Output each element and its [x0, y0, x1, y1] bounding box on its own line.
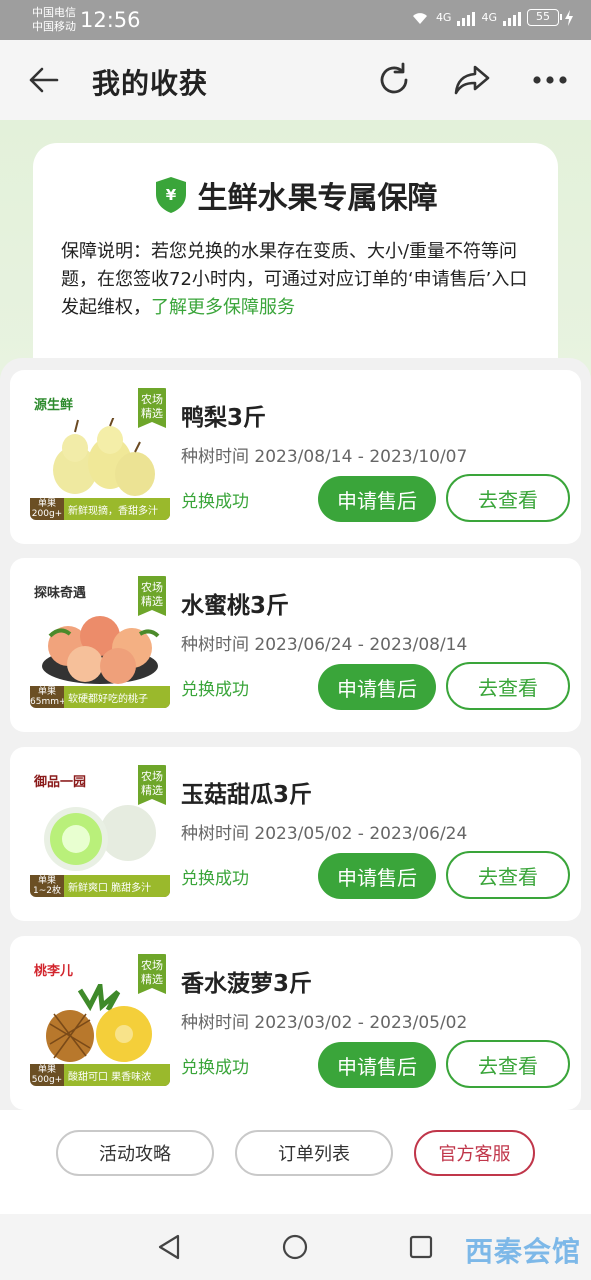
thumb-banner: 单果65mm+ 软硬都好吃的桃子 [30, 686, 170, 708]
planting-period: 种树时间 2023/08/14 - 2023/10/07 [181, 447, 468, 467]
list-item: 探味奇遇 农场精选 单果65mm+ 软硬都好吃的桃子 水蜜桃3斤 种树时间 20… [10, 558, 581, 732]
signal-1-icon [457, 10, 476, 26]
after-sale-button[interactable]: 申请售后 [318, 476, 436, 522]
status-label: 兑换成功 [181, 680, 249, 700]
desc-label: 酸甜可口 果香味浓 [64, 1064, 170, 1086]
brand-logo: 御品一园 [34, 775, 87, 790]
status-bar: 中国电信 中国移动 12:56 4G 4G 55 [0, 0, 591, 40]
after-sale-button[interactable]: 申请售后 [318, 664, 436, 710]
product-name: 香水菠萝3斤 [181, 971, 313, 997]
thumb-banner: 单果500g+ 酸甜可口 果香味浓 [30, 1064, 170, 1086]
nav-back-icon[interactable] [154, 1232, 184, 1262]
status-icons: 4G 4G 55 [410, 9, 573, 26]
pineapple-image [46, 984, 152, 1062]
brand-logo: 源生鲜 [34, 398, 74, 413]
product-name: 鸭梨3斤 [181, 405, 267, 431]
product-thumbnail: 御品一园 农场精选 单果1~2枚 新鲜爽口 脆甜多汁 [30, 765, 170, 897]
nav-home-icon[interactable] [280, 1232, 310, 1262]
desc-label: 新鲜爽口 脆甜多汁 [64, 875, 170, 897]
product-thumbnail: 桃李儿 农场精选 单果500g+ 酸甜可口 果香味浓 [30, 954, 170, 1086]
share-icon [454, 65, 490, 95]
signal-2-icon [503, 10, 521, 26]
view-button[interactable]: 去查看 [446, 1040, 570, 1088]
page-title: 我的收获 [92, 67, 209, 100]
list-item: 桃李儿 农场精选 单果500g+ 酸甜可口 果香味浓 香水菠萝3斤 种树时间 2… [10, 936, 581, 1110]
guarantee-title: 生鲜水果专属保障 [197, 181, 438, 216]
view-button[interactable]: 去查看 [446, 851, 570, 899]
product-thumbnail: 探味奇遇 农场精选 单果65mm+ 软硬都好吃的桃子 [30, 576, 170, 708]
refresh-button[interactable] [372, 58, 416, 102]
melon-image [44, 805, 156, 871]
planting-period: 种树时间 2023/03/02 - 2023/05/02 [181, 1013, 468, 1033]
after-sale-button[interactable]: 申请售后 [318, 853, 436, 899]
product-thumbnail: 源生鲜 农场精选 单果200g+ 新鲜现摘，香甜多汁 [30, 388, 170, 520]
list-item: 御品一园 农场精选 单果1~2枚 新鲜爽口 脆甜多汁 玉菇甜瓜3斤 种树时间 2… [10, 747, 581, 921]
status-label: 兑换成功 [181, 1058, 249, 1078]
product-name: 水蜜桃3斤 [181, 593, 290, 619]
status-label: 兑换成功 [181, 492, 249, 512]
system-nav-bar: 西秦会馆 [0, 1214, 591, 1280]
view-button[interactable]: 去查看 [446, 474, 570, 522]
battery-icon: 55 [527, 9, 562, 26]
thumb-banner: 单果200g+ 新鲜现摘，香甜多汁 [30, 498, 170, 520]
watermark: 西秦会馆 [464, 1235, 581, 1268]
peach-image [42, 616, 160, 684]
harvest-list: 源生鲜 农场精选 单果200g+ 新鲜现摘，香甜多汁 鸭梨3斤 种树时间 202… [0, 358, 591, 1118]
spec-label: 单果65mm+ [30, 687, 67, 707]
clock: 12:56 [80, 8, 141, 32]
order-list-button[interactable]: 订单列表 [235, 1130, 393, 1176]
product-name: 玉菇甜瓜3斤 [181, 782, 313, 808]
thumb-banner: 单果1~2枚 新鲜爽口 脆甜多汁 [30, 875, 170, 897]
after-sale-button[interactable]: 申请售后 [318, 1042, 436, 1088]
guarantee-description: 保障说明：若您兑换的水果存在变质、大小/重量不符等问题，在您签收72小时内，可通… [61, 238, 531, 322]
brand-logo: 桃李儿 [34, 964, 74, 979]
wifi-icon [412, 12, 427, 24]
planting-period: 种树时间 2023/05/02 - 2023/06/24 [181, 824, 468, 844]
desc-label: 新鲜现摘，香甜多汁 [64, 498, 170, 520]
pear-image [53, 418, 155, 496]
back-button[interactable] [22, 58, 66, 102]
list-item: 源生鲜 农场精选 单果200g+ 新鲜现摘，香甜多汁 鸭梨3斤 种树时间 202… [10, 370, 581, 544]
shield-symbol: ¥ [165, 186, 176, 204]
spec-label: 单果500g+ [31, 1065, 63, 1085]
view-button[interactable]: 去查看 [446, 662, 570, 710]
bottom-action-bar: 活动攻略 订单列表 官方客服 [0, 1110, 591, 1214]
charging-icon [565, 9, 573, 26]
app-header: 我的收获 [0, 40, 591, 120]
brand-logo: 探味奇遇 [34, 586, 87, 601]
planting-period: 种树时间 2023/06/24 - 2023/08/14 [181, 635, 468, 655]
nav-recent-icon[interactable] [406, 1232, 436, 1262]
guarantee-header: ¥ 生鲜水果专属保障 [33, 173, 558, 217]
back-arrow-icon [29, 67, 59, 93]
activity-guide-button[interactable]: 活动攻略 [56, 1130, 214, 1176]
carrier-info: 中国电信 中国移动 [32, 6, 76, 34]
spec-label: 单果200g+ [31, 499, 63, 519]
spec-label: 单果1~2枚 [33, 876, 61, 896]
carrier-2: 中国移动 [32, 20, 76, 33]
status-label: 兑换成功 [181, 869, 249, 889]
refresh-icon [380, 62, 408, 94]
customer-service-button[interactable]: 官方客服 [414, 1130, 535, 1176]
carrier-1: 中国电信 [32, 6, 76, 19]
network-2-label: 4G [481, 11, 497, 24]
guarantee-card: ¥ 生鲜水果专属保障 保障说明：若您兑换的水果存在变质、大小/重量不符等问题，在… [33, 143, 558, 383]
shield-icon: ¥ [155, 177, 186, 213]
more-dots-icon [533, 76, 567, 84]
share-button[interactable] [450, 58, 494, 102]
more-guarantee-link[interactable]: 了解更多保障服务 [151, 297, 295, 318]
network-1-label: 4G [435, 11, 452, 24]
more-button[interactable] [528, 58, 572, 102]
desc-label: 软硬都好吃的桃子 [64, 686, 170, 708]
